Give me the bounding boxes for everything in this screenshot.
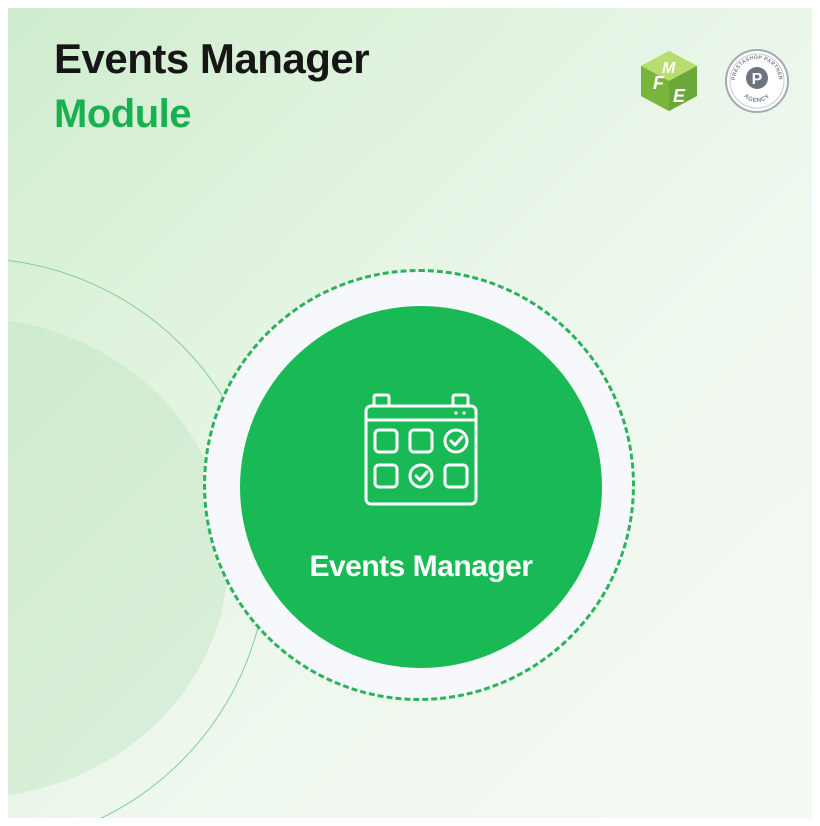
fme-letter-e: E (673, 86, 686, 106)
badge-label: Events Manager (309, 550, 533, 583)
partner-letter: P (752, 71, 763, 88)
prestashop-partner-badge: PRESTASHOP PARTNER AGENCY P (725, 49, 789, 113)
module-badge: Events Manager (240, 306, 602, 668)
fme-letter-m: M (662, 60, 676, 77)
banner: Events Manager Module F M E PRESTASHOP P… (8, 8, 812, 818)
fme-logo: F M E (641, 51, 697, 111)
title-line-2: Module (54, 92, 191, 136)
calendar-check-icon (364, 393, 478, 506)
page-title: Events Manager Module (54, 35, 370, 136)
title-line-1: Events Manager (54, 35, 370, 82)
